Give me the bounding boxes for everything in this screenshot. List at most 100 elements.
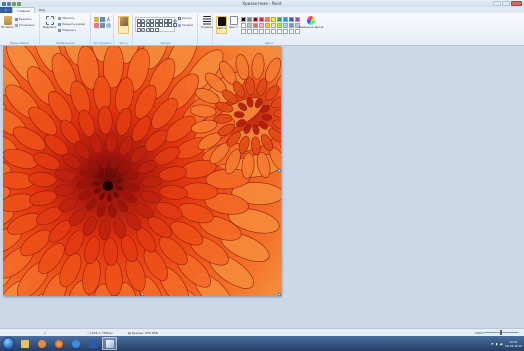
magnifier-icon[interactable] [106,23,111,28]
heart-shape-icon[interactable] [150,27,154,32]
palette-color-swatch[interactable] [271,23,276,28]
palette-color-swatch[interactable] [283,29,288,34]
palette-color-swatch[interactable] [259,17,264,22]
callout-rect-shape-icon[interactable] [136,27,141,32]
taskbar-word[interactable] [85,337,100,350]
resize-handle-right[interactable] [278,169,281,172]
oval-shape-icon[interactable] [145,18,150,23]
lightning-shape-icon[interactable] [154,27,159,32]
clock[interactable]: 12:01 29.01.2015 [505,340,522,348]
minimize-button[interactable] [493,1,501,6]
network-icon[interactable]: ▮ [496,342,498,346]
curve-shape-icon[interactable] [141,18,145,23]
eraser-icon[interactable] [94,23,99,28]
callout-oval-shape-icon[interactable] [141,27,145,32]
palette-color-swatch[interactable] [241,23,246,28]
palette-color-swatch[interactable] [283,23,288,28]
palette-color-swatch[interactable] [265,17,270,22]
palette-color-swatch[interactable] [277,23,282,28]
image-canvas[interactable] [3,46,281,296]
star5-shape-icon[interactable] [168,23,172,27]
color1-button[interactable]: Цвет 1 [216,16,227,34]
palette-color-swatch[interactable] [265,29,270,34]
palette-color-swatch[interactable] [253,29,258,34]
resize-handle-corner[interactable] [278,293,281,296]
line-shape-icon[interactable] [136,18,141,23]
taskbar-media-player[interactable] [34,337,49,350]
resize-button[interactable]: Изменить размер [58,23,85,26]
hexagon-shape-icon[interactable] [141,23,145,27]
zoom-slider-thumb[interactable] [500,330,502,335]
diamond-shape-icon[interactable] [172,18,177,23]
polygon-shape-icon[interactable] [159,18,163,23]
taskbar-firefox[interactable] [51,337,66,350]
pentagon-shape-icon[interactable] [136,23,141,27]
palette-color-swatch[interactable] [271,17,276,22]
group-colors: Цвет 1 Цвет 2 Изменение цветов Цвета [214,14,324,45]
media-player-icon [37,339,46,348]
palette-color-swatch[interactable] [247,29,252,34]
star4-shape-icon[interactable] [163,23,168,27]
taskbar-paint[interactable] [102,337,117,350]
palette-color-swatch[interactable] [259,23,264,28]
palette-color-swatch[interactable] [271,29,276,34]
right-triangle-shape-icon[interactable] [168,18,172,23]
file-size-icon: ▤ [128,330,131,335]
brush-icon [119,17,128,26]
arrow-left-shape-icon[interactable] [150,23,154,27]
menu-icon: ▾ [5,8,7,12]
palette-color-swatch[interactable] [289,23,294,28]
star6-shape-icon[interactable] [172,23,177,27]
palette-color-swatch[interactable] [247,17,252,22]
rectangle-shape-icon[interactable] [150,18,154,23]
palette-color-swatch[interactable] [289,17,294,22]
palette-color-swatch[interactable] [295,17,300,22]
palette-color-swatch[interactable] [259,29,264,34]
copy-button[interactable]: Копировать [15,24,35,27]
file-size-text: Размер: 835,9КБ [131,330,158,335]
palette-color-swatch[interactable] [247,23,252,28]
taskbar-explorer[interactable] [17,337,32,350]
pencil-icon[interactable] [94,17,99,22]
palette-color-swatch[interactable] [277,29,282,34]
arrow-up-shape-icon[interactable] [154,23,159,27]
palette-color-swatch[interactable] [283,17,288,22]
brushes-button[interactable] [118,16,129,34]
text-icon[interactable]: A [106,17,111,22]
triangle-shape-icon[interactable] [163,18,168,23]
palette-color-swatch[interactable] [265,23,270,28]
paste-button[interactable]: Вставить [1,16,14,34]
crop-button[interactable]: Обрезать [58,17,74,20]
volume-icon[interactable]: ◀) [499,342,502,346]
shapes-gallery[interactable] [135,17,177,32]
arrow-down-shape-icon[interactable] [159,23,163,27]
maximize-button[interactable] [502,1,510,6]
rounded-rect-shape-icon[interactable] [154,18,159,23]
color2-button[interactable]: Цвет 2 [228,16,239,34]
palette-color-swatch[interactable] [295,29,300,34]
start-button[interactable] [2,337,15,350]
palette-color-swatch[interactable] [289,29,294,34]
arrow-right-shape-icon[interactable] [145,23,150,27]
shape-fill-icon [178,24,181,27]
palette-color-swatch[interactable] [253,23,258,28]
fill-icon[interactable] [100,17,105,22]
resize-handle-bottom[interactable] [141,293,144,296]
palette-color-swatch[interactable] [277,17,282,22]
palette-color-swatch[interactable] [241,29,246,34]
edit-colors-button[interactable]: Изменение цветов [299,16,323,34]
flag-icon[interactable]: ⚑ [491,342,494,346]
color-picker-icon[interactable] [100,23,105,28]
cut-button[interactable]: Вырезать [15,18,32,21]
callout-cloud-shape-icon[interactable] [145,27,150,32]
size-button[interactable]: Толщина [201,16,212,34]
outline-button[interactable]: Контур [178,17,191,20]
clipboard-group-label: Буфер обмена [10,42,29,45]
rotate-button[interactable]: Повернуть [58,29,76,32]
select-button[interactable]: Выделить [43,16,56,34]
palette-color-swatch[interactable] [253,17,258,22]
fill-button[interactable]: Заливка [178,24,193,27]
close-button[interactable] [511,1,522,6]
taskbar-ie[interactable] [68,337,83,350]
palette-color-swatch[interactable] [241,17,246,22]
